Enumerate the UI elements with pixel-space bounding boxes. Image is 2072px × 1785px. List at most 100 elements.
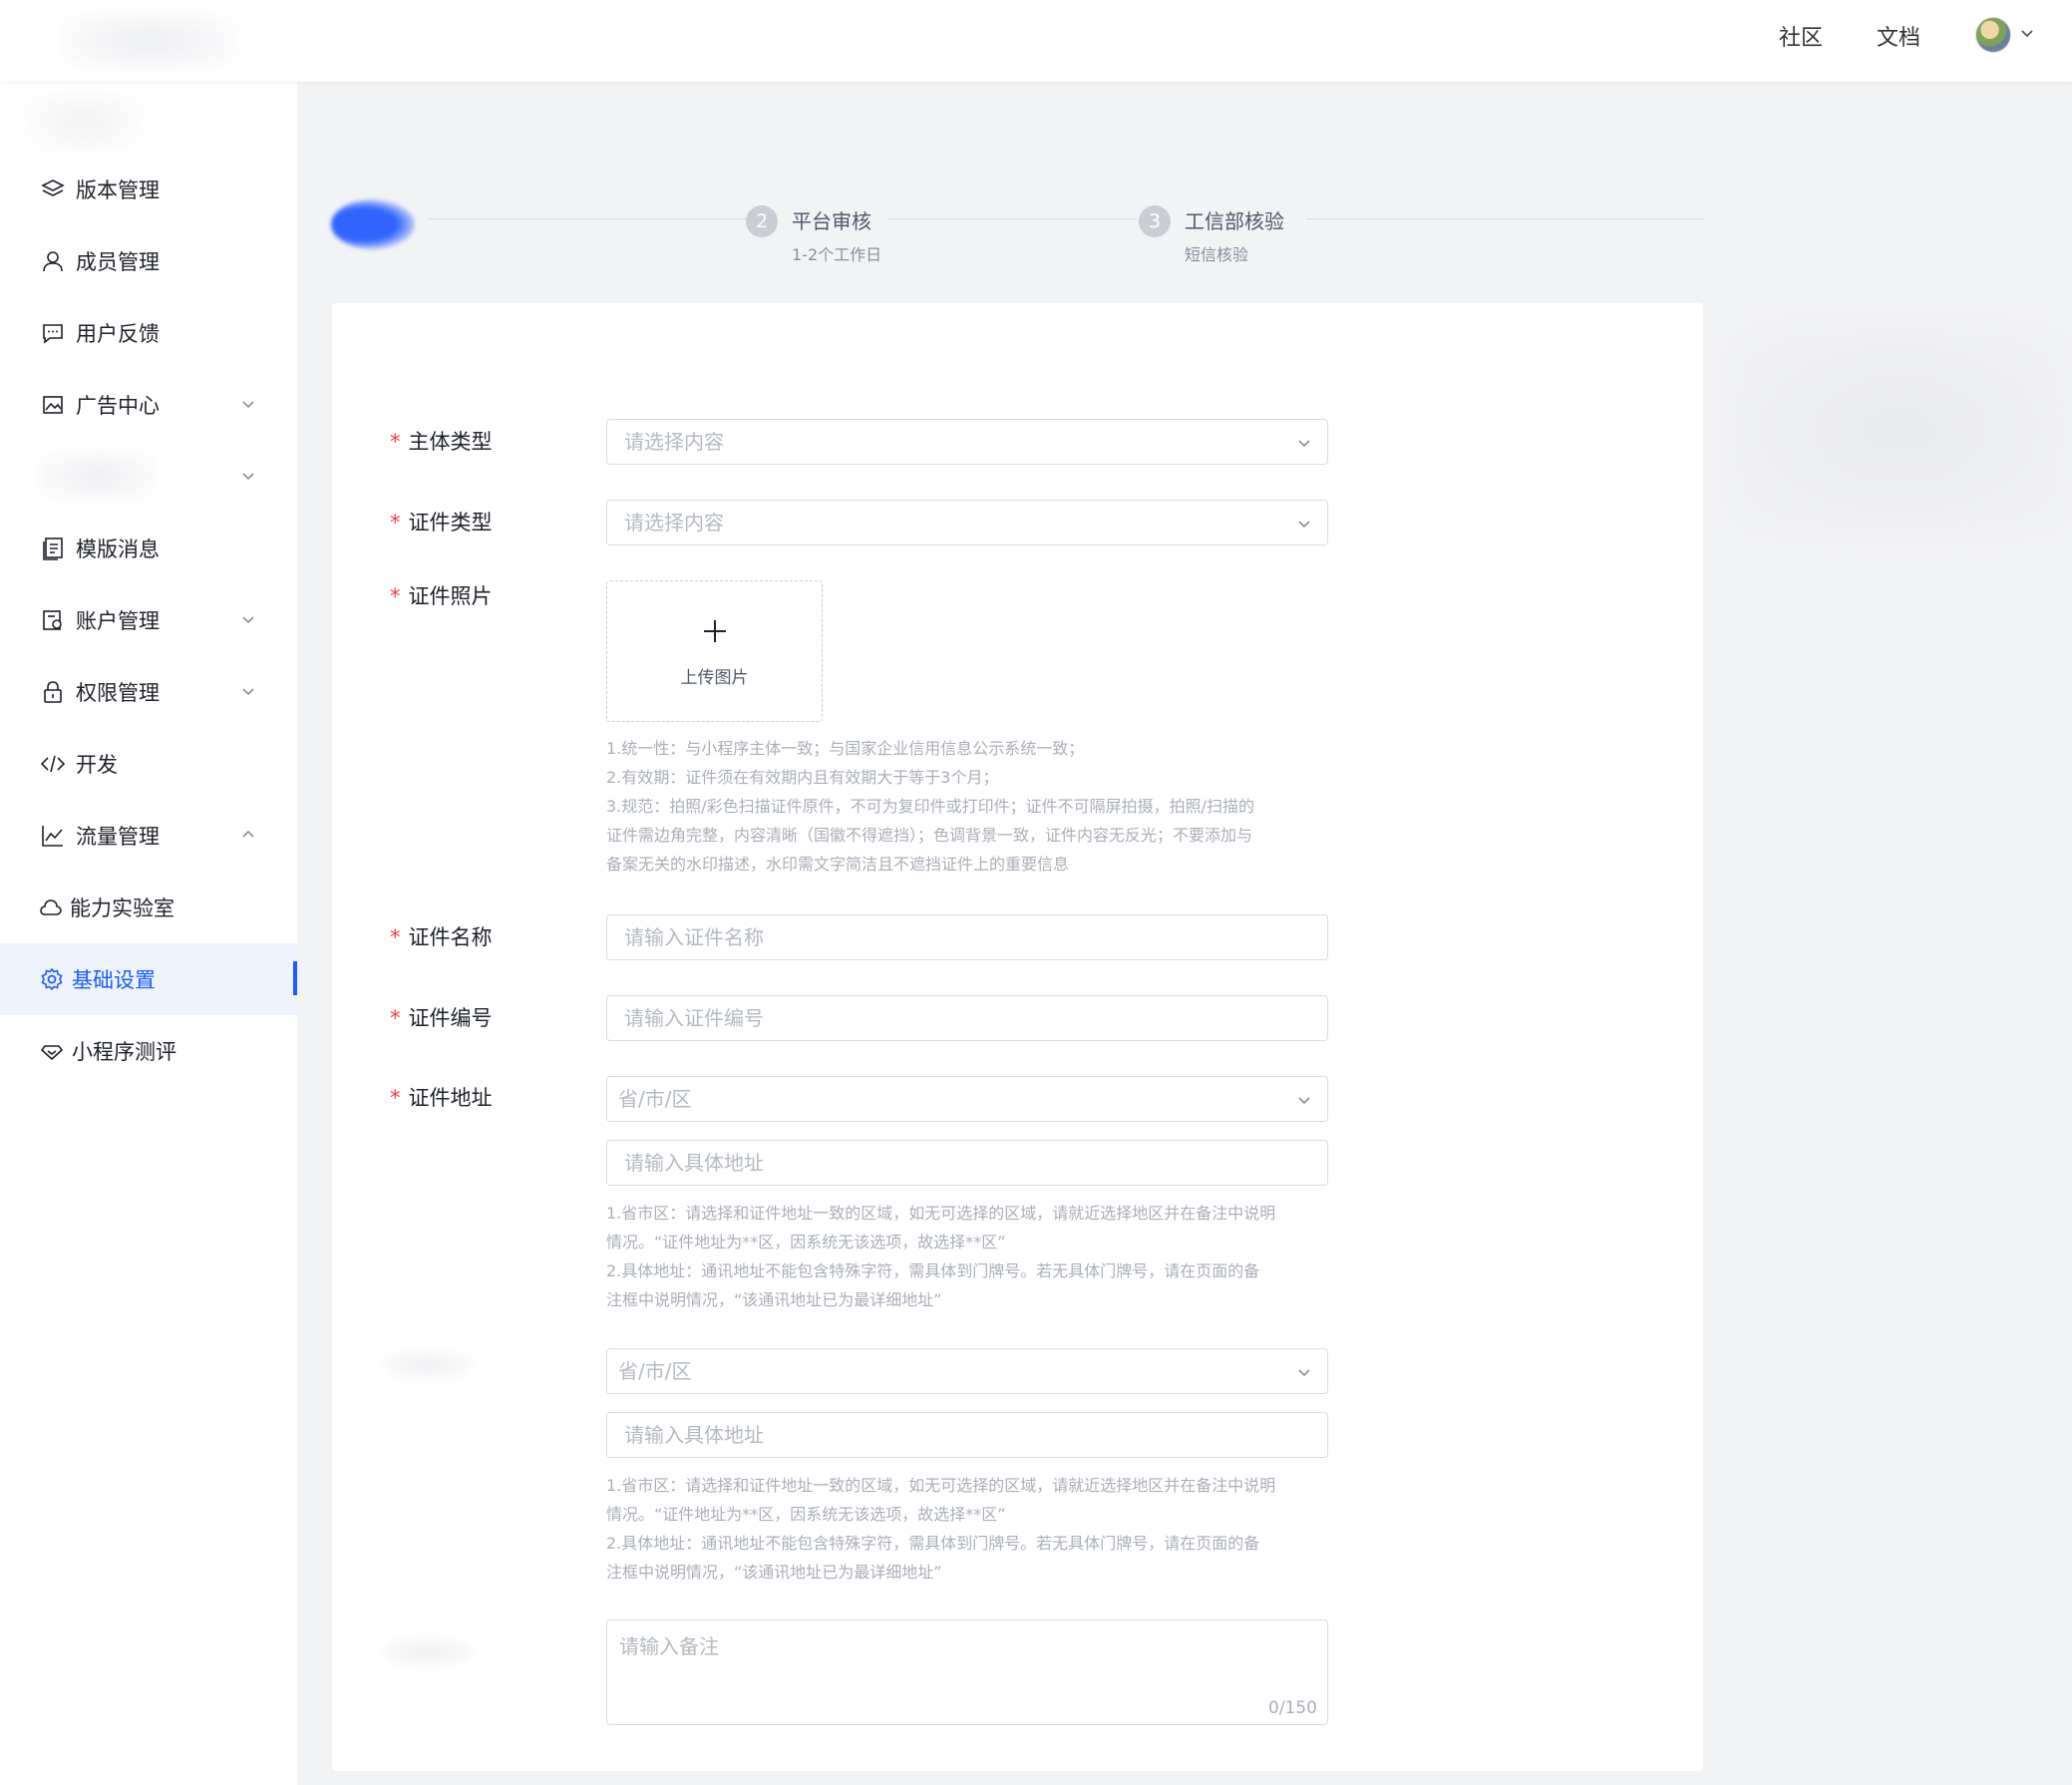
- cert-photo-hint: 1.统一性：与小程序主体一致；与国家企业信用信息公示系统一致； 2.有效期：证件…: [606, 734, 1344, 879]
- form-card: * 主体类型 请选择内容 * 证件类型 请选择内容 * 证件照片 上传图片 1.统一性…: [332, 303, 1703, 1771]
- input-placeholder: 请输入具体地址: [624, 1151, 764, 1175]
- cloud-icon: [40, 894, 62, 920]
- template-icon: [40, 536, 66, 561]
- sidebar-item-label: 流量管理: [76, 825, 160, 849]
- cert-name-input[interactable]: 请输入证件名称: [606, 914, 1328, 960]
- required-mark: *: [390, 1086, 401, 1110]
- cert-detail-address-input[interactable]: 请输入具体地址: [606, 1140, 1328, 1186]
- sidebar-item-basic-settings[interactable]: 基础设置: [0, 943, 297, 1015]
- sidebar-item-members[interactable]: 成员管理: [0, 225, 297, 297]
- logo: [60, 12, 239, 70]
- blurred-region: [1735, 329, 2064, 529]
- step-3-desc: 短信核验: [1185, 245, 1249, 264]
- subject-type-select[interactable]: 请选择内容: [606, 419, 1328, 465]
- contact-detail-address-input[interactable]: 请输入具体地址: [606, 1412, 1328, 1458]
- step-2-number: 2: [746, 205, 778, 237]
- cert-number-label: * 证件编号: [390, 1003, 493, 1033]
- step-1-indicator: [331, 199, 415, 249]
- message-icon: [40, 320, 66, 346]
- cert-number-input[interactable]: 请输入证件编号: [606, 995, 1328, 1041]
- code-icon: [40, 751, 66, 777]
- sidebar-item-develop[interactable]: 开发: [0, 728, 297, 800]
- select-placeholder: 省/市/区: [618, 1359, 692, 1383]
- sidebar-item-evaluation[interactable]: 小程序测评: [0, 1015, 297, 1087]
- hint-line: 1.省市区：请选择和证件地址一致的区域，如无可选择的区域，请就近选择地区并在备注…: [606, 1476, 1276, 1495]
- blurred-label: [382, 1352, 472, 1378]
- chart-icon: [40, 823, 66, 849]
- hint-line: 备案无关的水印描述，水印需文字简洁且不遮挡证件上的重要信息: [606, 855, 1070, 874]
- docs-link[interactable]: 文档: [1877, 20, 1920, 52]
- upload-image-button[interactable]: 上传图片: [606, 580, 823, 722]
- hint-line: 注框中说明情况，“该通讯地址已为最详细地址”: [606, 1563, 942, 1582]
- sidebar-item-label: 成员管理: [76, 250, 160, 274]
- steps-bar: 2 平台审核 1-2个工作日 3 工信部核验 短信核验: [329, 191, 1705, 271]
- sidebar-item-lab[interactable]: 能力实验室: [0, 872, 297, 943]
- input-placeholder: 请输入证件名称: [624, 925, 764, 949]
- sidebar-item-version[interactable]: 版本管理: [0, 154, 297, 225]
- chevron-down-icon: [1295, 434, 1313, 452]
- image-icon: [40, 392, 66, 418]
- label-text: 证件类型: [408, 511, 493, 535]
- sidebar-item-label: 开发: [76, 753, 118, 777]
- cert-address-hint: 1.省市区：请选择和证件地址一致的区域，如无可选择的区域，请就近选择地区并在备注…: [606, 1199, 1344, 1314]
- sidebar-item-label: 能力实验室: [70, 896, 174, 920]
- sidebar-item-label: 权限管理: [76, 681, 160, 705]
- user-avatar[interactable]: [1975, 17, 2011, 53]
- cert-type-select[interactable]: 请选择内容: [606, 500, 1328, 545]
- remark-textarea[interactable]: 请输入备注 0/150: [606, 1619, 1328, 1725]
- input-placeholder: 请输入具体地址: [624, 1423, 764, 1447]
- chevron-down-icon: [239, 610, 257, 628]
- active-indicator: [293, 961, 297, 995]
- chevron-down-icon: [1295, 1363, 1313, 1381]
- sidebar-item-feedback[interactable]: 用户反馈: [0, 297, 297, 369]
- chevron-down-icon: [1295, 1091, 1313, 1109]
- input-placeholder: 请输入证件编号: [624, 1006, 764, 1030]
- required-mark: *: [390, 584, 401, 608]
- char-counter: 0/150: [1268, 1698, 1317, 1718]
- label-text: 主体类型: [408, 430, 493, 454]
- sidebar-item-permissions[interactable]: 权限管理: [0, 656, 297, 728]
- step-2-title: 平台审核: [792, 209, 871, 233]
- step-3-title: 工信部核验: [1185, 209, 1284, 233]
- label-text: 证件照片: [408, 584, 493, 608]
- chevron-down-icon: [239, 395, 257, 413]
- diamond-icon: [40, 1038, 64, 1064]
- community-link[interactable]: 社区: [1779, 20, 1823, 52]
- label-text: 证件编号: [408, 1006, 493, 1030]
- textarea-placeholder: 请输入备注: [619, 1634, 719, 1658]
- sidebar: 版本管理 成员管理 用户反馈 广告中心 模版消息 账户管理 权限管理 开发 流量…: [0, 82, 297, 1785]
- sidebar-item-label: 模版消息: [76, 537, 160, 561]
- hint-line: 2.具体地址：通讯地址不能包含特殊字符，需具体到门牌号。若无具体门牌号，请在页面…: [606, 1534, 1260, 1553]
- contact-region-select[interactable]: 省/市/区: [606, 1348, 1328, 1394]
- sidebar-item-label: 账户管理: [76, 609, 160, 633]
- sidebar-item-blurred[interactable]: [0, 441, 297, 513]
- step-3-number: 3: [1139, 205, 1171, 237]
- sidebar-item-account[interactable]: 账户管理: [0, 584, 297, 656]
- required-mark: *: [390, 1006, 401, 1030]
- step-connector: [429, 218, 748, 219]
- top-header: 社区 文档: [0, 0, 2072, 82]
- sidebar-item-ads[interactable]: 广告中心: [0, 369, 297, 441]
- chevron-down-icon: [239, 682, 257, 700]
- cert-photo-label: * 证件照片: [390, 581, 493, 611]
- hint-line: 1.统一性：与小程序主体一致；与国家企业信用信息公示系统一致；: [606, 739, 1085, 758]
- step-connector: [1306, 218, 1705, 219]
- sidebar-item-traffic[interactable]: 流量管理: [0, 800, 297, 872]
- sidebar-logo: [24, 92, 144, 152]
- layers-icon: [40, 177, 66, 202]
- lock-icon: [40, 679, 66, 705]
- hint-line: 注框中说明情况，“该通讯地址已为最详细地址”: [606, 1290, 942, 1309]
- chevron-down-icon[interactable]: [2018, 24, 2036, 42]
- select-placeholder: 请选择内容: [624, 430, 724, 454]
- select-placeholder: 省/市/区: [618, 1087, 692, 1111]
- chevron-down-icon: [1295, 515, 1313, 533]
- step-connector: [887, 218, 1137, 219]
- cert-name-label: * 证件名称: [390, 922, 493, 952]
- cert-region-select[interactable]: 省/市/区: [606, 1076, 1328, 1122]
- hint-line: 2.有效期：证件须在有效期内且有效期大于等于3个月；: [606, 768, 999, 787]
- sidebar-item-label: 小程序测评: [72, 1040, 176, 1064]
- required-mark: *: [390, 925, 401, 949]
- hint-line: 证件需边角完整，内容清晰（国徽不得遮挡）；色调背景一致，证件内容无反光；不要添加…: [606, 826, 1253, 845]
- sidebar-item-template-msg[interactable]: 模版消息: [0, 513, 297, 584]
- required-mark: *: [390, 430, 401, 454]
